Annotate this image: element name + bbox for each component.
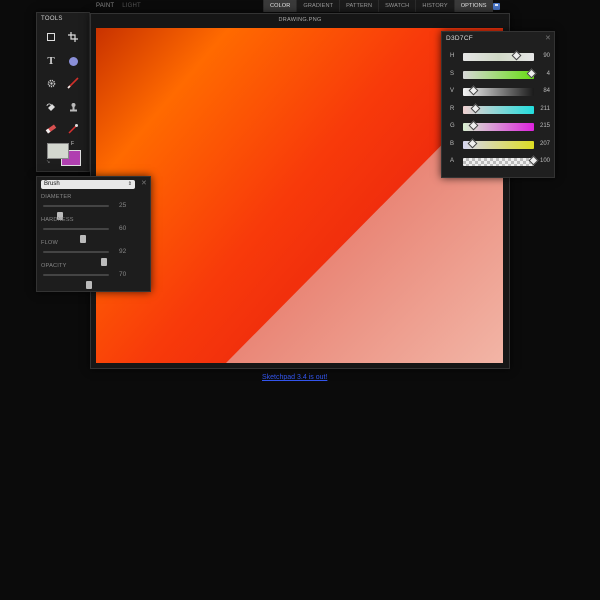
drawing-title: DRAWING.PNG <box>278 17 322 23</box>
color-row-g: G 215 <box>442 120 554 133</box>
tab-color[interactable]: COLOR <box>263 0 297 12</box>
param-label: HARDNESS <box>41 217 74 223</box>
color-row-b: B 207 <box>442 138 554 151</box>
stamp-icon[interactable] <box>65 99 81 115</box>
brush-type-select[interactable]: Brush ⇕ <box>41 180 135 189</box>
slider-knob[interactable] <box>511 50 522 61</box>
channel-label: R <box>450 105 455 112</box>
slider-knob[interactable] <box>470 103 481 113</box>
top-left-menu: PAINT LIGHT <box>96 0 141 12</box>
channel-value[interactable]: 100 <box>540 158 550 164</box>
channel-slider[interactable] <box>463 138 534 149</box>
channel-value[interactable]: 90 <box>543 53 550 59</box>
gear-icon[interactable] <box>43 75 59 91</box>
slider-knob[interactable] <box>528 155 539 166</box>
top-menu-bar: PAINT LIGHT COLOR GRADIENT PATTERN SWATC… <box>0 0 600 12</box>
eraser-icon[interactable] <box>43 121 59 137</box>
swap-colors-label[interactable]: F <box>71 141 74 147</box>
param-slider[interactable] <box>43 274 109 289</box>
param-slider[interactable] <box>43 251 109 266</box>
save-button[interactable] <box>490 0 502 12</box>
brush-opacity-row: OPACITY 70 <box>37 263 150 289</box>
menu-paint[interactable]: PAINT <box>96 0 114 12</box>
channel-label: V <box>450 88 455 94</box>
slider-knob[interactable] <box>467 138 478 148</box>
color-row-r: R 211 <box>442 103 554 116</box>
tools-title: TOOLS <box>41 16 63 22</box>
tab-history[interactable]: HISTORY <box>415 0 454 12</box>
brush-type-value: Brush <box>44 181 60 187</box>
floppy-icon <box>492 2 500 10</box>
channel-label: B <box>450 140 455 147</box>
panel-tabs: COLOR GRADIENT PATTERN SWATCH HISTORY OP… <box>263 0 493 12</box>
foreground-color-swatch[interactable] <box>47 143 69 159</box>
select-arrows-icon: ⇕ <box>127 181 132 187</box>
param-value: 25 <box>119 202 127 209</box>
tools-panel: TOOLS T F ↘ <box>36 12 90 172</box>
channel-value[interactable]: 207 <box>540 141 550 147</box>
channel-slider[interactable] <box>463 103 534 114</box>
channel-slider[interactable] <box>463 68 537 79</box>
close-icon[interactable]: ✕ <box>545 34 551 42</box>
tab-options[interactable]: OPTIONS <box>453 0 493 12</box>
color-row-v: V 84 <box>442 85 554 98</box>
channel-label: S <box>450 70 455 77</box>
slider-knob[interactable] <box>468 120 479 131</box>
channel-value[interactable]: 84 <box>543 88 550 94</box>
text-tool-icon[interactable]: T <box>43 53 59 69</box>
ellipse-tool-icon[interactable] <box>65 53 81 69</box>
slider-knob[interactable] <box>526 68 537 78</box>
param-value: 92 <box>119 248 127 255</box>
hex-value[interactable]: D3D7CF <box>446 35 473 42</box>
param-value: 70 <box>119 271 127 278</box>
param-label: OPACITY <box>41 263 67 269</box>
color-picker-panel: D3D7CF ✕ H 90 S 4 V 84 R 211 G 215 B 207 A 100 <box>441 31 555 178</box>
close-icon[interactable]: ✕ <box>141 179 147 187</box>
brush-diameter-row: DIAMETER 25 <box>37 194 150 220</box>
channel-value[interactable]: 215 <box>540 123 550 129</box>
brush-panel: Brush ⇕ ✕ DIAMETER 25 HARDNESS 60 FLOW 92 OPAC… <box>36 176 151 292</box>
channel-slider[interactable] <box>463 50 534 61</box>
news-link[interactable]: Sketchpad 3.4 is out! <box>262 374 327 381</box>
slider-knob[interactable] <box>468 85 479 96</box>
param-slider[interactable] <box>43 205 109 220</box>
color-row-s: S4 <box>442 68 554 81</box>
menu-light[interactable]: LIGHT <box>122 0 141 12</box>
brush-hardness-row: HARDNESS 60 <box>37 217 150 243</box>
channel-slider[interactable] <box>463 155 539 166</box>
color-row-h: H 90 <box>442 50 554 63</box>
param-label: FLOW <box>41 240 58 246</box>
fill-bucket-icon[interactable] <box>43 99 59 115</box>
channel-slider[interactable] <box>463 85 534 96</box>
reset-colors-icon[interactable]: ↘ <box>46 159 50 165</box>
tab-pattern[interactable]: PATTERN <box>339 0 379 12</box>
brush-flow-row: FLOW 92 <box>37 240 150 266</box>
param-label: DIAMETER <box>41 194 72 200</box>
select-tool-icon[interactable] <box>43 29 59 45</box>
tab-gradient[interactable]: GRADIENT <box>296 0 340 12</box>
tab-swatch[interactable]: SWATCH <box>378 0 416 12</box>
crop-icon[interactable] <box>65 29 81 45</box>
channel-label: H <box>450 53 455 59</box>
channel-value[interactable]: 211 <box>540 106 550 112</box>
channel-slider[interactable] <box>463 120 534 131</box>
channel-label: A <box>450 158 455 164</box>
color-row-a: A 100 <box>442 155 554 168</box>
slider-thumb[interactable] <box>86 281 93 289</box>
eyedropper-icon[interactable] <box>65 121 81 137</box>
param-slider[interactable] <box>43 228 109 243</box>
param-value: 60 <box>119 225 127 232</box>
brush-icon[interactable] <box>65 75 81 91</box>
channel-value[interactable]: 4 <box>547 71 550 77</box>
channel-label: G <box>450 123 455 129</box>
